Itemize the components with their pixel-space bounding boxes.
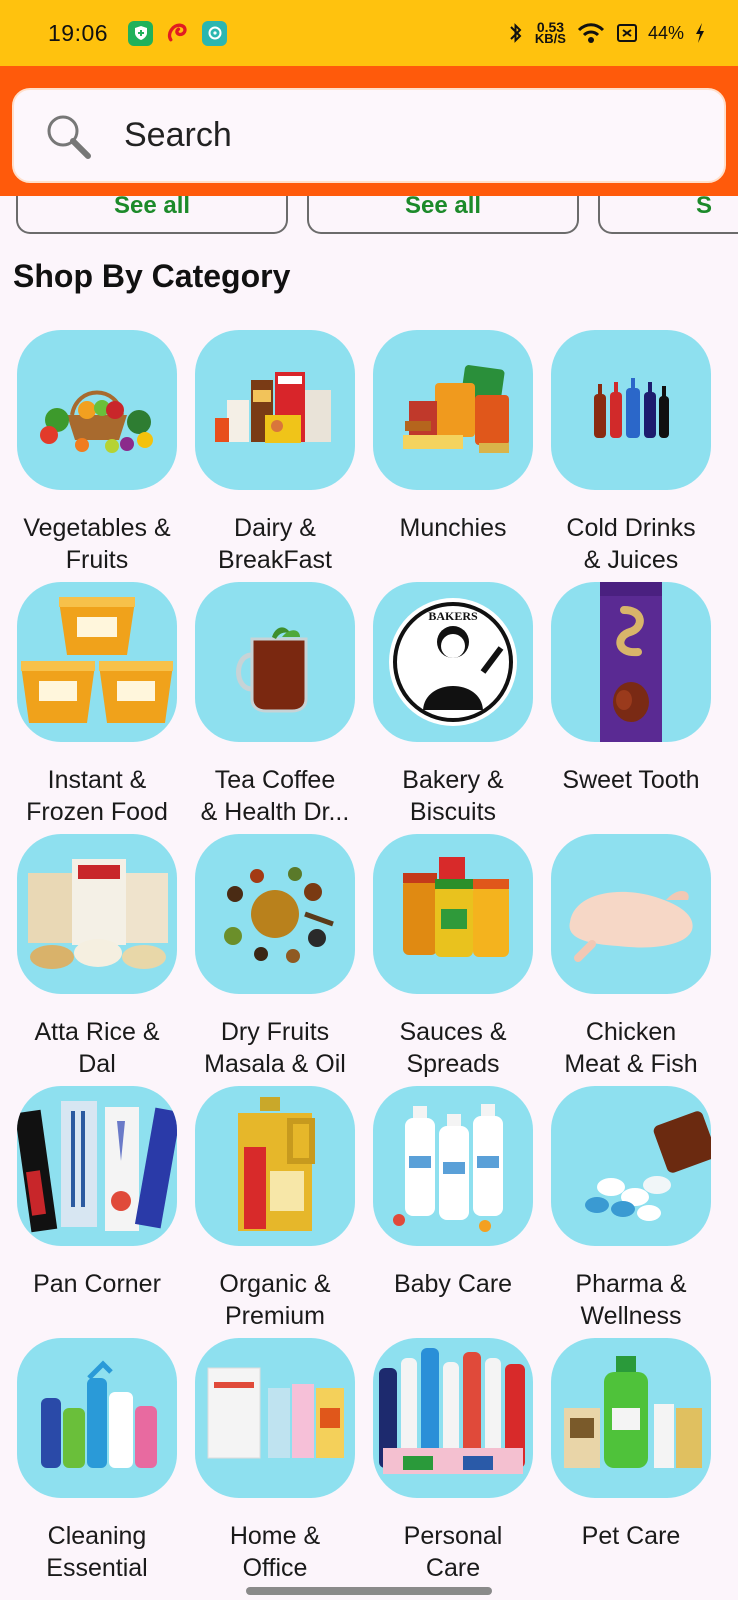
category-cleaning-essential[interactable]: Cleaning Essential	[17, 1338, 177, 1590]
munchies-icon	[373, 330, 533, 490]
wifi-icon	[577, 23, 605, 43]
category-dry-fruits-masala[interactable]: Dry Fruits Masala & Oil	[195, 834, 355, 1086]
status-time: 19:06	[48, 19, 109, 46]
sauces-jars-icon	[373, 834, 533, 994]
dairy-breakfast-icon	[195, 330, 355, 490]
category-label: Sauces & Spreads	[399, 1018, 507, 1078]
category-organic-premium[interactable]: Organic & Premium	[195, 1086, 355, 1338]
shield-app-icon	[128, 20, 154, 46]
category-label: Home & Office	[229, 1522, 321, 1582]
category-label: Pan Corner	[33, 1270, 161, 1298]
category-bakery-biscuits[interactable]: BAKERS Bakery & Biscuits	[373, 582, 533, 834]
category-label: Munchies	[399, 514, 507, 542]
category-label: Pet Care	[581, 1522, 681, 1550]
category-label: Cold Drinks & Juices	[566, 514, 696, 574]
pencils-icon	[17, 1086, 177, 1246]
personal-care-icon	[373, 1338, 533, 1498]
svg-text:BAKERS: BAKERS	[428, 609, 478, 623]
category-label: Pharma & Wellness	[575, 1270, 687, 1330]
category-pharma-wellness[interactable]: Pharma & Wellness	[551, 1086, 711, 1338]
chocolate-bar-icon	[551, 582, 711, 742]
category-label: Personal Care	[403, 1522, 503, 1582]
bakers-logo-icon: BAKERS	[373, 582, 533, 742]
category-label: Atta Rice & Dal	[34, 1018, 160, 1078]
spices-icon	[195, 834, 355, 994]
sim-icon	[616, 24, 637, 42]
category-home-office[interactable]: Home & Office	[195, 1338, 355, 1590]
cleaning-bottles-icon	[17, 1338, 177, 1498]
category-label: Organic & Premium	[219, 1270, 331, 1330]
section-title: Shop By Category	[13, 258, 291, 294]
speed-unit: KB/S	[534, 31, 566, 46]
chicken-icon	[551, 834, 711, 994]
category-baby-care[interactable]: Baby Care	[373, 1086, 533, 1338]
see-all-button[interactable]: See all	[307, 196, 579, 234]
category-label: Instant & Frozen Food	[26, 766, 168, 826]
category-atta-rice-dal[interactable]: Atta Rice & Dal	[17, 834, 177, 1086]
category-pan-corner[interactable]: Pan Corner	[17, 1086, 177, 1338]
status-system-icons: 0.53 KB/S 44%	[507, 20, 706, 46]
status-notification-icons	[128, 20, 228, 46]
category-dairy-breakfast[interactable]: Dairy & BreakFast	[195, 330, 355, 582]
category-sauces-spreads[interactable]: Sauces & Spreads	[373, 834, 533, 1086]
category-sweet-tooth[interactable]: Sweet Tooth	[551, 582, 711, 834]
category-cold-drinks[interactable]: Cold Drinks & Juices	[551, 330, 711, 582]
category-chicken-meat-fish[interactable]: Chicken Meat & Fish	[551, 834, 711, 1086]
category-label: Dry Fruits Masala & Oil	[204, 1018, 346, 1078]
status-bar: 19:06 0.53 KB/S 44%	[0, 0, 738, 66]
oil-can-icon	[195, 1086, 355, 1246]
category-pet-care[interactable]: Pet Care	[551, 1338, 711, 1590]
category-tea-coffee[interactable]: Tea Coffee & Health Dr...	[195, 582, 355, 834]
category-label: Vegetables & Fruits	[23, 514, 171, 574]
search-icon	[47, 115, 91, 159]
pet-care-icon	[551, 1338, 711, 1498]
category-label: Sweet Tooth	[562, 766, 700, 794]
category-label: Bakery & Biscuits	[402, 766, 504, 826]
category-label: Chicken Meat & Fish	[564, 1018, 698, 1078]
category-munchies[interactable]: Munchies	[373, 330, 533, 582]
category-label: Baby Care	[393, 1270, 513, 1298]
category-label: Cleaning Essential	[46, 1522, 148, 1582]
baby-bottles-icon	[373, 1086, 533, 1246]
home-office-icon	[195, 1338, 355, 1498]
charging-icon	[696, 23, 704, 43]
search-placeholder: Search	[124, 116, 232, 154]
airtel-icon	[165, 21, 190, 46]
battery-level: 44%	[647, 22, 684, 43]
category-vegetables-fruits[interactable]: Vegetables & Fruits	[17, 330, 177, 582]
network-speed: 0.53 KB/S	[534, 20, 566, 46]
atta-rice-icon	[17, 834, 177, 994]
search-input[interactable]: Search	[12, 88, 726, 183]
instant-noodles-icon	[17, 582, 177, 742]
see-all-button[interactable]: S	[598, 196, 738, 234]
chat-app-icon	[202, 20, 228, 46]
see-all-row: See all See all S	[0, 196, 738, 240]
search-header: Search	[0, 66, 738, 196]
category-instant-frozen[interactable]: Instant & Frozen Food	[17, 582, 177, 834]
see-all-button[interactable]: See all	[16, 196, 288, 234]
cold-drinks-icon	[551, 330, 711, 490]
home-indicator[interactable]	[246, 1587, 492, 1595]
vegetables-fruits-icon	[17, 330, 177, 490]
category-label: Tea Coffee & Health Dr...	[200, 766, 350, 826]
category-label: Dairy & BreakFast	[218, 514, 332, 574]
tea-cup-icon	[195, 582, 355, 742]
bluetooth-icon	[510, 23, 522, 43]
pills-icon	[551, 1086, 711, 1246]
category-grid: Vegetables & Fruits Dairy & BreakFast Mu…	[17, 330, 721, 1590]
category-personal-care[interactable]: Personal Care	[373, 1338, 533, 1590]
